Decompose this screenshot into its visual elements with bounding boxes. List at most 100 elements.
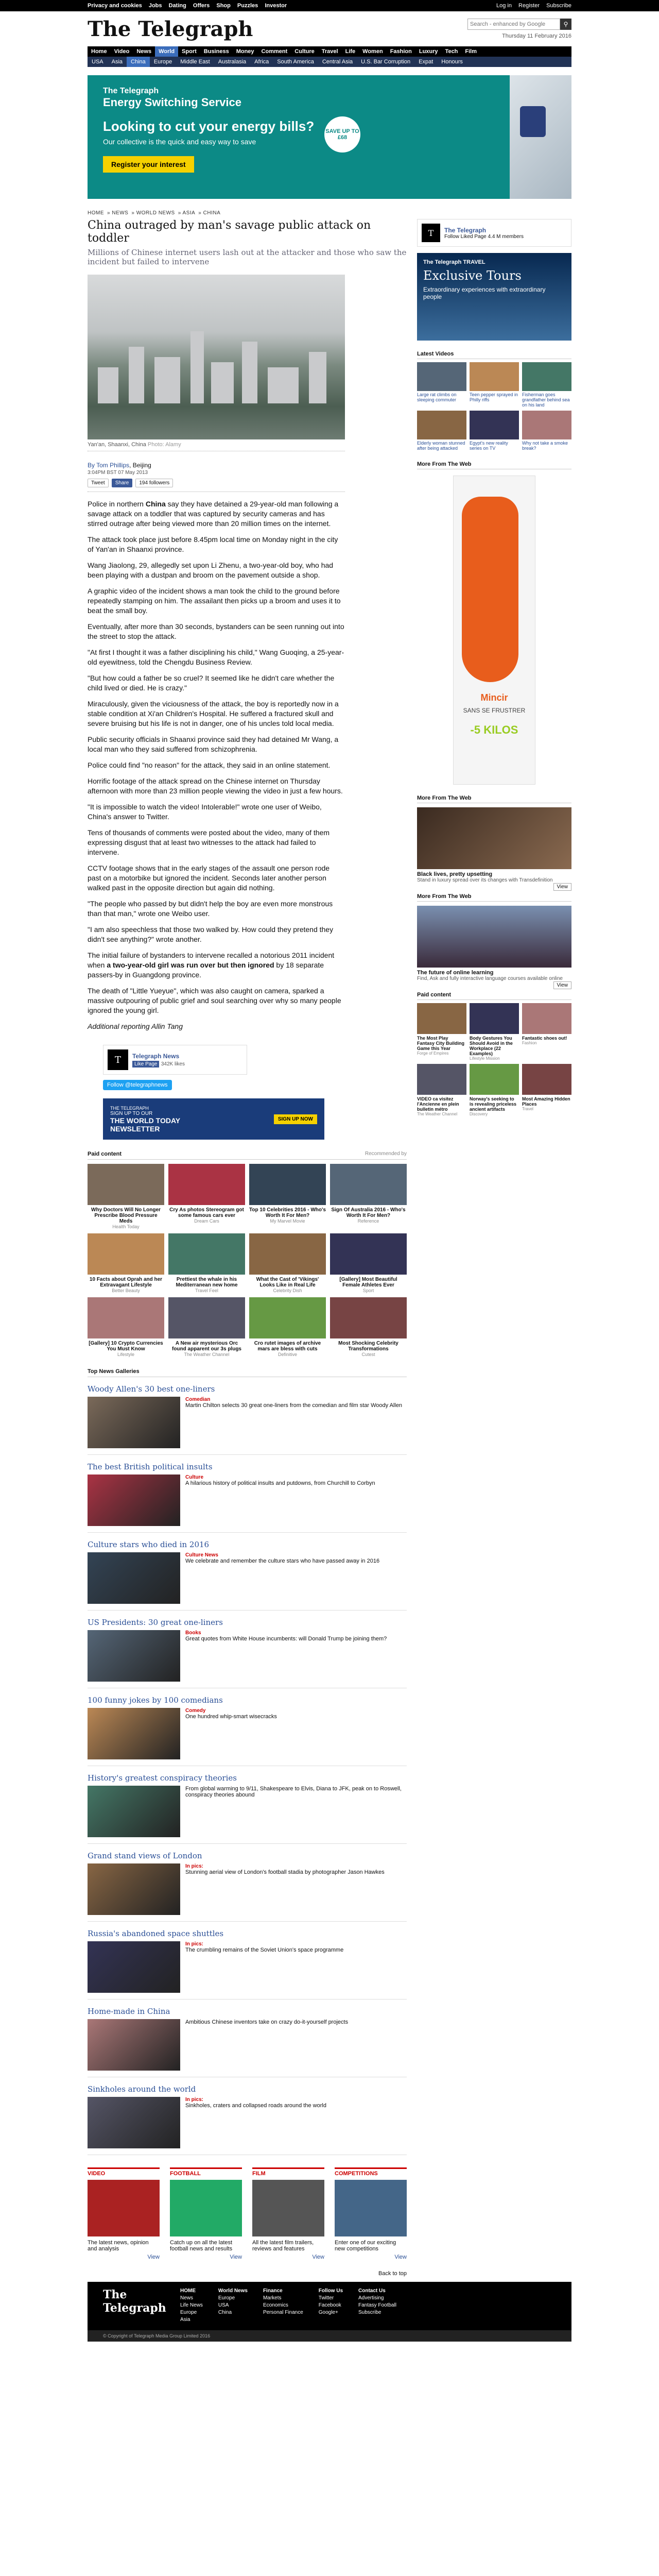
bottom-promo[interactable]: FILM All the latest film trailers, review… [252, 2167, 324, 2260]
footer-link[interactable]: Google+ [319, 2310, 343, 2315]
more-view-button[interactable]: View [553, 981, 571, 989]
search-icon[interactable]: ⚲ [560, 19, 571, 30]
search-input[interactable] [467, 19, 560, 30]
subnav-item[interactable]: Central Asia [318, 57, 357, 67]
gallery-item[interactable]: 100 funny jokes by 100 comedians Comedy On… [88, 1696, 407, 1766]
subnav-item-china[interactable]: China [127, 57, 150, 67]
subnav-item[interactable]: South America [273, 57, 318, 67]
utility-link[interactable]: Dating [169, 3, 186, 9]
nav-item[interactable]: Culture [291, 46, 318, 57]
sidebar-fb-like[interactable]: Follow Liked Page [444, 234, 487, 240]
utility-link[interactable]: Privacy and cookies [88, 3, 142, 9]
paid-content-card[interactable]: [Gallery] 10 Crypto Currencies You Must … [88, 1297, 164, 1357]
footer-link[interactable]: Follow Us [319, 2288, 343, 2294]
gallery-item[interactable]: History's greatest conspiracy theories Fr… [88, 1773, 407, 1844]
sidebar-paid-card[interactable]: Body Gestures You Should Avoid in the Wo… [470, 1003, 519, 1061]
nav-item[interactable]: Video [111, 46, 133, 57]
paid-content-card[interactable]: Prettiest the whale in his Mediterranean… [168, 1233, 245, 1293]
footer-link[interactable]: China [218, 2310, 248, 2315]
gallery-item[interactable]: Culture stars who died in 2016 Culture Ne… [88, 1540, 407, 1611]
video-thumb[interactable]: Large rat climbs on sleeping commuter [417, 362, 466, 408]
footer-link[interactable]: Fantasy Football [358, 2302, 396, 2308]
gallery-thumbnail[interactable] [88, 2019, 180, 2071]
sidebar-paid-card[interactable]: VIDEO ca visitez l'Ancienne en plein bul… [417, 1064, 466, 1116]
gallery-item[interactable]: Sinkholes around the world In pics: Sinkho… [88, 2084, 407, 2155]
bottom-promo[interactable]: COMPETITIONS Enter one of our exciting ne… [335, 2167, 407, 2260]
paid-content-card[interactable]: A New air mysterious Orc found apparent … [168, 1297, 245, 1357]
subnav-item[interactable]: USA [88, 57, 108, 67]
subnav-item[interactable]: U.S. Bar Corruption [357, 57, 414, 67]
promo-view-link[interactable]: View [252, 2254, 324, 2260]
facebook-share-button[interactable]: Share [111, 479, 133, 487]
breadcrumb-item[interactable]: WORLD NEWS [136, 210, 175, 216]
back-to-top-link[interactable]: Back to top [88, 2270, 407, 2277]
gallery-thumbnail[interactable] [88, 1863, 180, 1915]
breadcrumb-item[interactable]: HOME [88, 210, 104, 216]
register-link[interactable]: Register [518, 3, 540, 9]
skyscraper-ad[interactable]: Mincir SANS SE FRUSTRER -5 KILOS [453, 476, 535, 785]
sidebar-paid-card[interactable]: The Most Play Fantasy City Building Game… [417, 1003, 466, 1061]
gallery-title[interactable]: History's greatest conspiracy theories [88, 1773, 407, 1783]
paid-content-card[interactable]: Sign Of Australia 2016 - Who's Worth It … [330, 1164, 407, 1229]
gallery-title[interactable]: 100 funny jokes by 100 comedians [88, 1696, 407, 1705]
footer-link[interactable]: Markets [263, 2295, 303, 2301]
paid-content-card[interactable]: 10 Facts about Oprah and her Extravagant… [88, 1233, 164, 1293]
gallery-item[interactable]: US Presidents: 30 great one-liners Books G… [88, 1618, 407, 1688]
author-link[interactable]: By Tom Phillips [88, 462, 129, 469]
newsletter-ad[interactable]: THE TELEGRAPH SIGN UP TO OUR THE WORLD T… [103, 1098, 324, 1140]
paid-content-card[interactable]: What the Cast of 'Vikings' Looks Like in… [249, 1233, 326, 1293]
breadcrumb-item[interactable]: CHINA [203, 210, 221, 216]
subnav-item[interactable]: Europe [150, 57, 176, 67]
subnav-item[interactable]: Middle East [176, 57, 214, 67]
twitter-follow-button[interactable]: Follow @telegraphnews [103, 1080, 172, 1090]
gallery-thumbnail[interactable] [88, 1786, 180, 1837]
utility-link[interactable]: Shop [216, 3, 231, 9]
china-link[interactable]: China [146, 500, 166, 508]
subnav-item[interactable]: Honours [437, 57, 467, 67]
paid-content-card[interactable]: Top 10 Celebrities 2016 - Who's Worth It… [249, 1164, 326, 1229]
gallery-thumbnail[interactable] [88, 1708, 180, 1759]
gallery-title[interactable]: Grand stand views of London [88, 1851, 407, 1860]
gallery-title[interactable]: Woody Allen's 30 best one-liners [88, 1384, 407, 1394]
gallery-title[interactable]: Russia's abandoned space shuttles [88, 1929, 407, 1938]
sidebar-fb-name[interactable]: The Telegraph [444, 227, 524, 234]
footer-link[interactable]: Europe [218, 2295, 248, 2301]
footer-link[interactable]: Asia [180, 2317, 203, 2323]
utility-link[interactable]: Offers [193, 3, 210, 9]
promo-view-link[interactable]: View [335, 2254, 407, 2260]
nav-item[interactable]: Women [359, 46, 387, 57]
footer-link[interactable]: Life News [180, 2302, 203, 2308]
paid-content-card[interactable]: Most Shocking Celebrity Transformations C… [330, 1297, 407, 1357]
footer-link[interactable]: Personal Finance [263, 2310, 303, 2315]
nav-item[interactable]: Travel [318, 46, 342, 57]
nav-item[interactable]: Comment [258, 46, 291, 57]
utility-link[interactable]: Puzzles [237, 3, 258, 9]
sidebar-paid-card[interactable]: Most Amazing Hidden Places Travel [522, 1064, 571, 1116]
nav-item[interactable]: Luxury [415, 46, 442, 57]
footer-link[interactable]: News [180, 2295, 203, 2301]
gallery-item[interactable]: Woody Allen's 30 best one-liners Comedian… [88, 1384, 407, 1455]
bottom-promo[interactable]: VIDEO The latest news, opinion and analys… [88, 2167, 160, 2260]
paid-content-card[interactable]: Cry As photos Stereogram got some famous… [168, 1164, 245, 1229]
video-thumb[interactable]: Elderly woman stunned after being attack… [417, 411, 466, 451]
gallery-title[interactable]: Home-made in China [88, 2007, 407, 2016]
site-logo[interactable]: The Telegraph [88, 17, 253, 41]
video-thumb[interactable]: Why not take a smoke break? [522, 411, 571, 451]
footer-link[interactable]: Europe [180, 2310, 203, 2315]
register-interest-button[interactable]: Register your interest [103, 156, 194, 173]
nav-item[interactable]: Life [342, 46, 359, 57]
newsletter-signup-button[interactable]: SIGN UP NOW [273, 1114, 317, 1124]
nav-item[interactable]: Home [88, 46, 111, 57]
nav-item[interactable]: News [133, 46, 155, 57]
footer-link[interactable]: Finance [263, 2288, 303, 2294]
gallery-thumbnail[interactable] [88, 1475, 180, 1526]
fb-page-name[interactable]: Telegraph News [132, 1053, 185, 1060]
nav-item[interactable]: Fashion [387, 46, 415, 57]
gallery-title[interactable]: US Presidents: 30 great one-liners [88, 1618, 407, 1627]
footer-link[interactable]: World News [218, 2288, 248, 2294]
footer-link[interactable]: HOME [180, 2288, 203, 2294]
video-thumb[interactable]: Fisherman goes grandfather behind sea on… [522, 362, 571, 408]
video-thumb[interactable]: Egypt's new reality series on TV [470, 411, 519, 451]
subnav-item[interactable]: Expat [414, 57, 437, 67]
paid-content-card[interactable]: [Gallery] Most Beautiful Female Athletes… [330, 1233, 407, 1293]
